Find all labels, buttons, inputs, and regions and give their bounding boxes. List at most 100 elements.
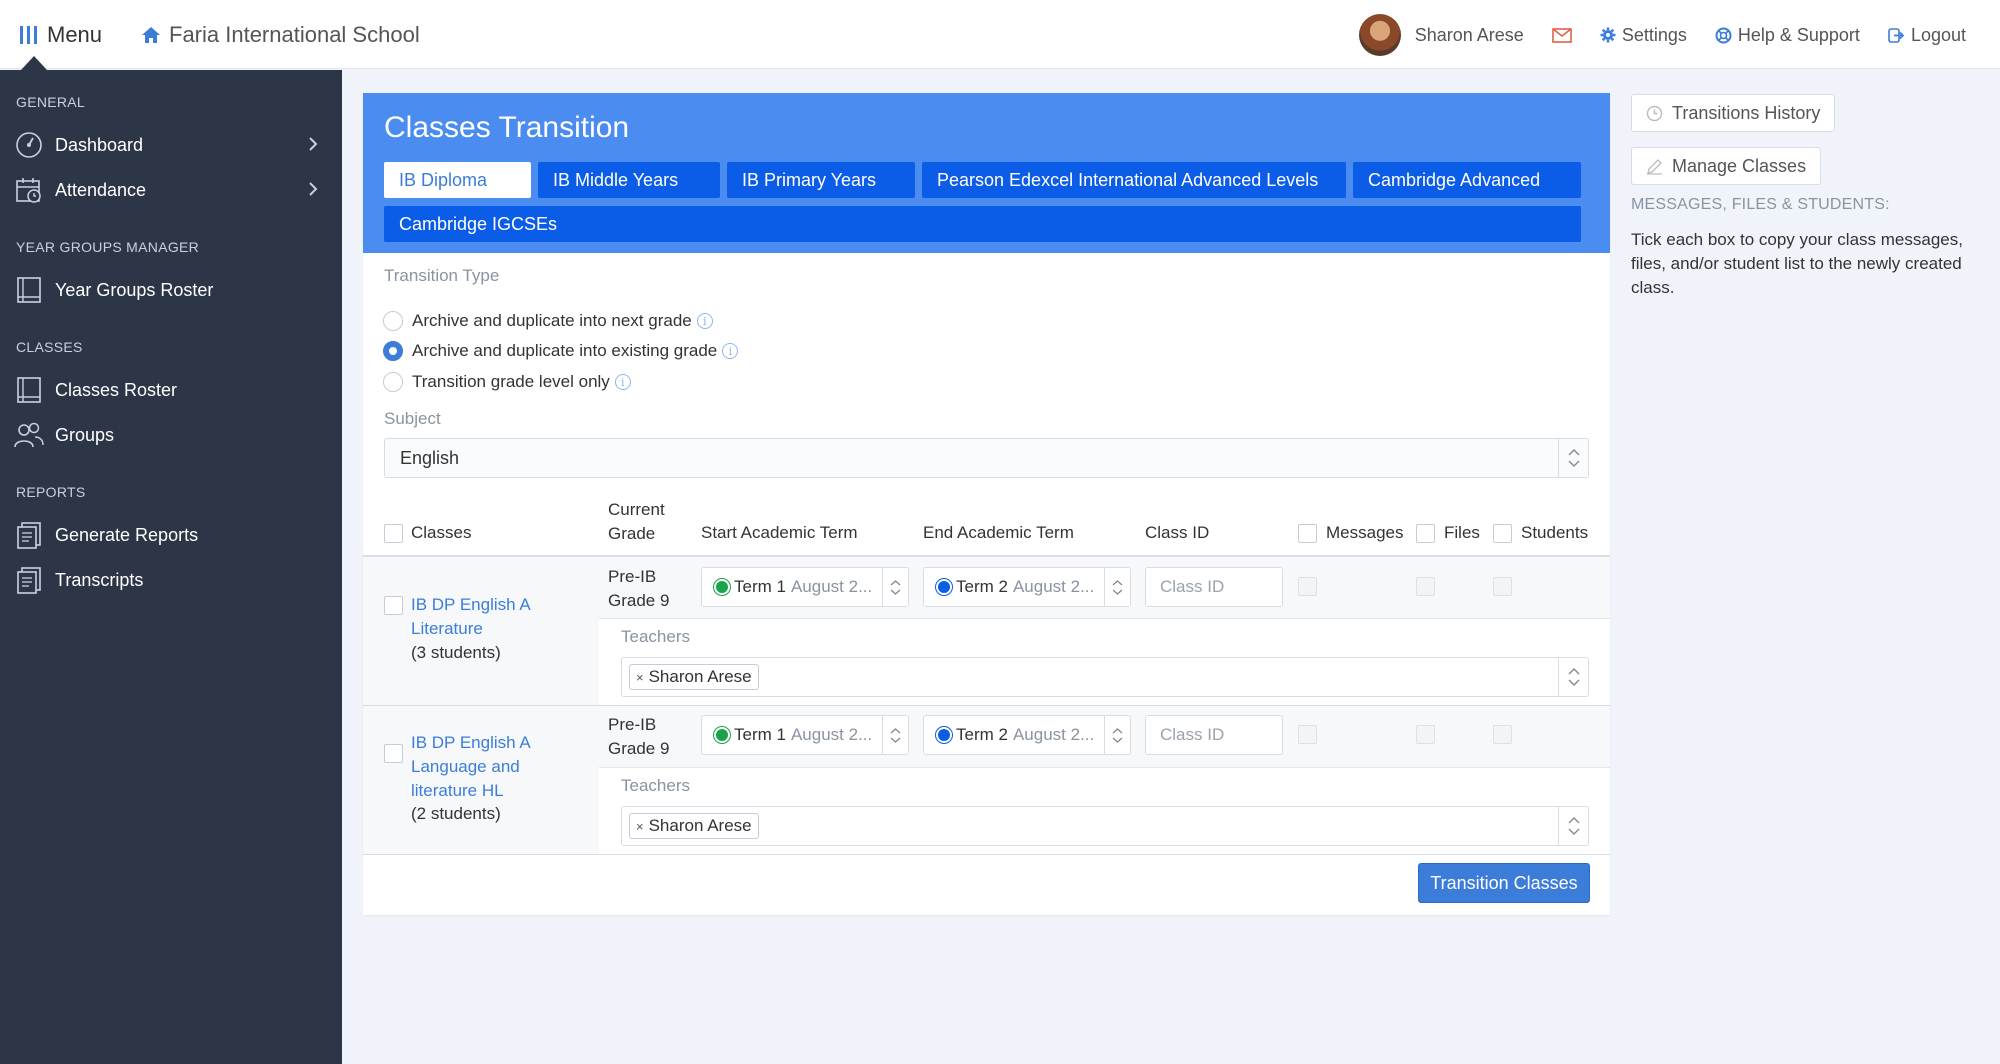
top-bar: Menu Faria International School Sharon A…	[0, 0, 2000, 69]
avatar[interactable]	[1358, 14, 1401, 56]
students-checkbox[interactable]	[1493, 577, 1512, 596]
sidebar: GENERAL Dashboard Attendance YEAR GROUPS…	[0, 70, 342, 1064]
chevron-right-icon	[309, 182, 318, 196]
tab-ib-diploma[interactable]: IB Diploma	[384, 162, 531, 198]
sidebar-item-generate-reports[interactable]: Generate Reports	[14, 517, 330, 553]
grade-line: Pre-IB	[608, 567, 657, 586]
manage-classes-button[interactable]: Manage Classes	[1631, 147, 1822, 185]
transition-classes-button[interactable]: Transition Classes	[1418, 863, 1590, 903]
teacher-tag-label: Sharon Arese	[648, 816, 752, 835]
tab-ib-middle-years[interactable]: IB Middle Years	[538, 162, 720, 198]
radio-grade-level-only[interactable]: Transition grade level only i	[383, 369, 631, 395]
subject-label: Subject	[384, 409, 441, 428]
column-header-messages: Messages	[1326, 523, 1404, 542]
teachers-select[interactable]: × Sharon Arese	[621, 806, 1589, 846]
users-icon	[14, 420, 44, 450]
row-divider	[599, 767, 1610, 768]
class-name-link[interactable]: IB DP English A Language and literature …	[411, 731, 531, 803]
sidebar-item-groups[interactable]: Groups	[14, 417, 330, 453]
user-name[interactable]: Sharon Arese	[1415, 25, 1524, 46]
school-name: Faria International School	[169, 22, 420, 47]
column-header-line: Current	[608, 500, 665, 519]
school-link[interactable]: Faria International School	[141, 20, 420, 50]
term-label: Term 1	[734, 577, 786, 596]
term-status-dot	[716, 729, 728, 741]
radio-button[interactable]	[383, 372, 403, 392]
logout-link[interactable]: Logout	[1888, 25, 1966, 46]
files-all-checkbox[interactable]	[1416, 524, 1435, 543]
class-name-link[interactable]: IB DP English A Literature	[411, 593, 531, 641]
panel-header: Classes Transition IB Diploma IB Middle …	[363, 93, 1610, 253]
aside-help-text: Tick each box to copy your class message…	[1631, 230, 1963, 297]
column-header-line: Grade	[608, 524, 656, 543]
start-term-select[interactable]: Term 1 August 2...	[701, 567, 909, 607]
class-row-checkbox[interactable]	[384, 596, 403, 615]
row-divider	[599, 618, 1610, 619]
updown-arrows-icon	[1558, 439, 1588, 477]
term-date: August 2...	[790, 577, 873, 596]
class-name-line: Language and	[411, 757, 520, 776]
subject-value: English	[400, 447, 460, 468]
help-label: Help & Support	[1737, 24, 1860, 45]
sidebar-item-transcripts[interactable]: Transcripts	[14, 562, 330, 598]
end-term-select[interactable]: Term 2 August 2...	[923, 567, 1131, 607]
lifebuoy-icon	[1715, 27, 1732, 43]
radio-button-selected[interactable]	[383, 341, 403, 361]
class-name-line: IB DP English A	[411, 595, 531, 614]
select-all-classes-checkbox[interactable]	[384, 524, 403, 543]
sidebar-section-classes: CLASSES	[16, 339, 83, 355]
column-header-classes: Classes	[411, 523, 472, 542]
student-count: (3 students)	[411, 643, 501, 662]
radio-next-grade[interactable]: Archive and duplicate into next grade i	[383, 308, 713, 334]
files-checkbox[interactable]	[1416, 725, 1435, 744]
tab-cambridge-igcses[interactable]: Cambridge IGCSEs	[384, 206, 1581, 242]
menu-button[interactable]: Menu	[20, 20, 102, 50]
students-checkbox[interactable]	[1493, 725, 1512, 744]
sidebar-item-year-groups-roster[interactable]: Year Groups Roster	[14, 272, 330, 308]
class-id-input[interactable]: Class ID	[1145, 567, 1283, 607]
radio-label: Transition grade level only	[412, 372, 610, 391]
radio-button[interactable]	[383, 311, 403, 331]
book-icon	[14, 275, 44, 305]
grade-line: Grade 9	[608, 739, 670, 758]
messages-all-checkbox[interactable]	[1298, 524, 1317, 543]
manage-classes-label: Manage Classes	[1672, 155, 1807, 176]
radio-existing-grade[interactable]: Archive and duplicate into existing grad…	[383, 338, 739, 364]
end-term-select[interactable]: Term 2 August 2...	[923, 715, 1131, 755]
sidebar-item-classes-roster[interactable]: Classes Roster	[14, 372, 330, 408]
messages-checkbox[interactable]	[1298, 577, 1317, 596]
sidebar-item-label: Year Groups Roster	[55, 279, 214, 300]
remove-tag-icon[interactable]: ×	[636, 819, 644, 834]
column-header-start-term: Start Academic Term	[701, 523, 858, 542]
class-name-line: Literature	[411, 619, 483, 638]
remove-tag-icon[interactable]: ×	[636, 670, 644, 685]
students-all-checkbox[interactable]	[1493, 524, 1512, 543]
class-id-input[interactable]: Class ID	[1145, 715, 1283, 755]
sidebar-item-attendance[interactable]: Attendance	[14, 172, 330, 208]
settings-label: Settings	[1621, 24, 1687, 45]
files-checkbox[interactable]	[1416, 577, 1435, 596]
class-name-line: literature HL	[411, 781, 504, 800]
menu-caret	[21, 56, 47, 70]
teacher-tag: × Sharon Arese	[629, 813, 759, 839]
tab-pearson-edexcel[interactable]: Pearson Edexcel International Advanced L…	[922, 162, 1346, 198]
transitions-history-button[interactable]: Transitions History	[1631, 94, 1836, 132]
class-row-checkbox[interactable]	[384, 744, 403, 763]
home-icon	[142, 27, 160, 43]
term-status-dot	[938, 581, 950, 593]
updown-arrows-icon	[882, 716, 908, 754]
info-icon[interactable]: i	[722, 343, 739, 359]
start-term-select[interactable]: Term 1 August 2...	[701, 715, 909, 755]
info-icon[interactable]: i	[696, 313, 713, 329]
teachers-select[interactable]: × Sharon Arese	[621, 657, 1589, 697]
help-link[interactable]: Help & Support	[1715, 25, 1860, 46]
tab-cambridge-advanced[interactable]: Cambridge Advanced	[1353, 162, 1581, 198]
info-icon[interactable]: i	[614, 374, 631, 390]
updown-arrows-icon	[1104, 716, 1130, 754]
tab-ib-primary-years[interactable]: IB Primary Years	[727, 162, 915, 198]
messages-checkbox[interactable]	[1298, 725, 1317, 744]
settings-link[interactable]: Settings	[1600, 25, 1687, 46]
subject-select[interactable]: English	[384, 438, 1589, 478]
mail-icon[interactable]	[1552, 27, 1572, 43]
sidebar-item-dashboard[interactable]: Dashboard	[14, 127, 330, 163]
